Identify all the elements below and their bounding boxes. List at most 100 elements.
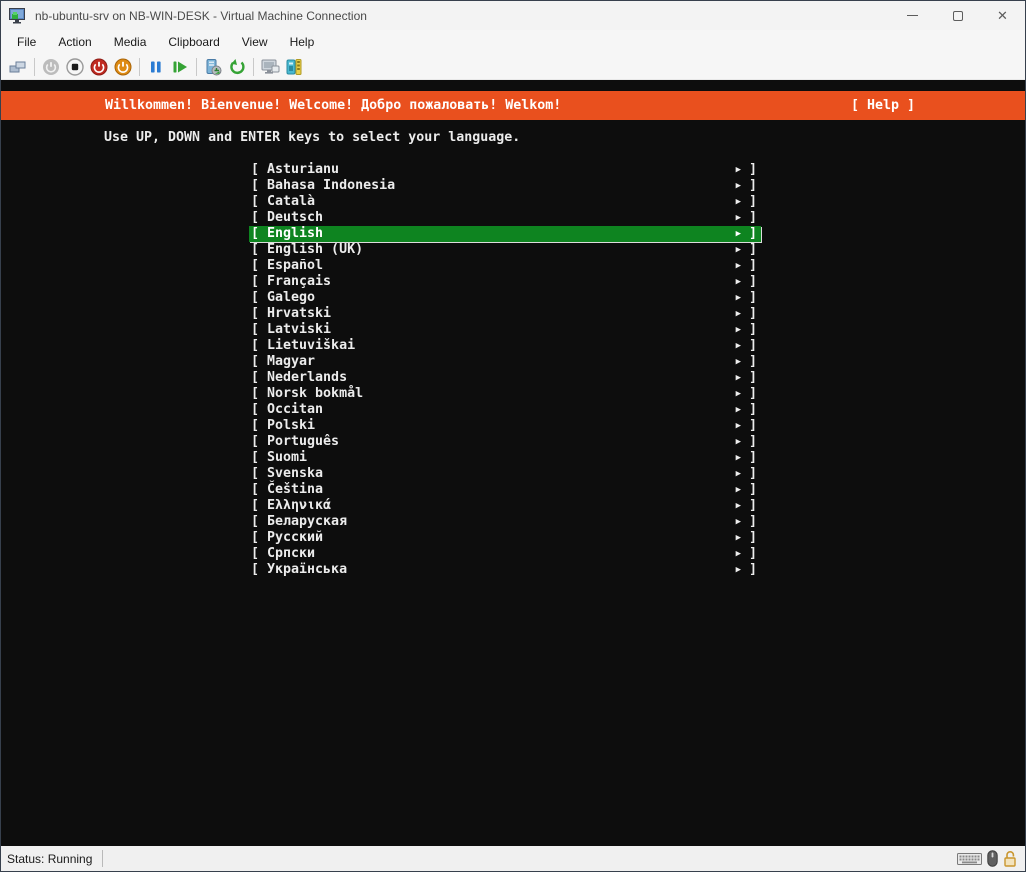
turn-off-icon [66,58,84,76]
close-icon: ✕ [997,9,1008,22]
language-option[interactable]: [ Беларуская ▶ ] [249,514,761,530]
enhanced-session-button[interactable] [282,56,306,78]
left-bracket: [ [251,226,259,242]
expand-arrow-icon: ▶ [736,338,741,354]
left-bracket: [ [251,434,259,450]
left-bracket: [ [251,194,259,210]
language-label: Suomi [267,450,307,466]
right-bracket: ] [749,194,757,210]
checkpoint-button[interactable] [201,56,225,78]
expand-arrow-icon: ▶ [736,546,741,562]
menu-media[interactable]: Media [114,35,147,49]
language-option[interactable]: [ Русский ▶ ] [249,530,761,546]
right-bracket: ] [749,466,757,482]
language-option[interactable]: [ Magyar ▶ ] [249,354,761,370]
right-bracket: ] [749,562,757,578]
left-bracket: [ [251,562,259,578]
language-option[interactable]: [ Bahasa Indonesia ▶ ] [249,178,761,194]
pause-icon [148,59,164,75]
language-option[interactable]: [ Français ▶ ] [249,274,761,290]
right-bracket: ] [749,402,757,418]
expand-arrow-icon: ▶ [736,386,741,402]
reset-button[interactable] [168,56,192,78]
language-option[interactable]: [ Українська ▶ ] [249,562,761,578]
save-icon [114,58,132,76]
expand-arrow-icon: ▶ [736,562,741,578]
left-bracket: [ [251,514,259,530]
status-separator [102,850,103,867]
language-option[interactable]: [ Ελληνικά ▶ ] [249,498,761,514]
language-option[interactable]: [ Suomi ▶ ] [249,450,761,466]
language-option[interactable]: [ Deutsch ▶ ] [249,210,761,226]
expand-arrow-icon: ▶ [736,434,741,450]
language-option[interactable]: [ Nederlands ▶ ] [249,370,761,386]
language-option[interactable]: [ Português ▶ ] [249,434,761,450]
expand-arrow-icon: ▶ [736,274,741,290]
toolbar-separator [139,58,140,76]
right-bracket: ] [749,530,757,546]
language-option[interactable]: [ Hrvatski ▶ ] [249,306,761,322]
language-label: Hrvatski [267,306,331,322]
language-option[interactable]: [ Latviski ▶ ] [249,322,761,338]
language-label: Português [267,434,339,450]
enhanced-session-icon [285,58,303,76]
language-option[interactable]: [ Occitan ▶ ] [249,402,761,418]
expand-arrow-icon: ▶ [736,418,741,434]
left-bracket: [ [251,386,259,402]
language-option[interactable]: [ Српски ▶ ] [249,546,761,562]
share-button[interactable] [258,56,282,78]
language-option[interactable]: [ Español ▶ ] [249,258,761,274]
expand-arrow-icon: ▶ [736,242,741,258]
language-option[interactable]: [ English (UK) ▶ ] [249,242,761,258]
language-label: Bahasa Indonesia [267,178,395,194]
vm-status-text: Status: Running [7,852,92,866]
left-bracket: [ [251,466,259,482]
menu-view[interactable]: View [242,35,268,49]
language-option[interactable]: [ Norsk bokmål ▶ ] [249,386,761,402]
right-bracket: ] [749,306,757,322]
close-button[interactable]: ✕ [980,1,1025,30]
turn-off-button[interactable] [63,56,87,78]
toolbar-separator [196,58,197,76]
language-option[interactable]: [ Svenska ▶ ] [249,466,761,482]
menu-clipboard[interactable]: Clipboard [168,35,219,49]
language-option[interactable]: [ Asturianu ▶ ] [249,162,761,178]
revert-button[interactable] [225,56,249,78]
language-label: Svenska [267,466,323,482]
expand-arrow-icon: ▶ [736,194,741,210]
save-button[interactable] [111,56,135,78]
maximize-button[interactable] [935,1,980,30]
left-bracket: [ [251,338,259,354]
menu-help[interactable]: Help [290,35,315,49]
shut-down-button[interactable] [87,56,111,78]
toolbar-separator [34,58,35,76]
menu-action[interactable]: Action [58,35,91,49]
pause-button[interactable] [144,56,168,78]
expand-arrow-icon: ▶ [736,178,741,194]
start-button[interactable] [39,56,63,78]
keyboard-capture-icon [957,852,982,866]
language-label: Català [267,194,315,210]
expand-arrow-icon: ▶ [736,210,741,226]
language-option[interactable]: [ Polski ▶ ] [249,418,761,434]
language-option[interactable]: [ Lietuviškai ▶ ] [249,338,761,354]
vm-console-display[interactable]: Willkommen! Bienvenue! Welcome! Добро по… [1,80,1025,846]
menu-file[interactable]: File [17,35,36,49]
expand-arrow-icon: ▶ [736,306,741,322]
minimize-button[interactable] [890,1,935,30]
right-bracket: ] [749,418,757,434]
language-label: Polski [267,418,315,434]
ctrl-alt-del-button[interactable] [6,56,30,78]
right-bracket: ] [749,274,757,290]
left-bracket: [ [251,402,259,418]
help-button[interactable]: [ Help ] [851,98,915,113]
left-bracket: [ [251,370,259,386]
left-bracket: [ [251,498,259,514]
language-option[interactable]: [ Čeština ▶ ] [249,482,761,498]
right-bracket: ] [749,210,757,226]
language-option[interactable]: [ Galego ▶ ] [249,290,761,306]
language-option[interactable]: [ English ▶ ] [249,226,761,242]
language-option[interactable]: [ Català ▶ ] [249,194,761,210]
right-bracket: ] [749,354,757,370]
right-bracket: ] [749,482,757,498]
